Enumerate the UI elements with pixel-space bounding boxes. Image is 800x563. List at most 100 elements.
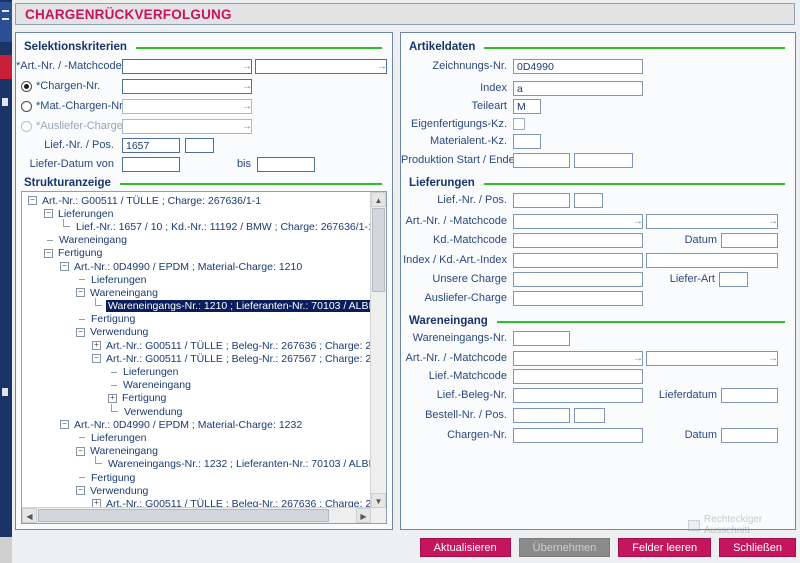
tree-node[interactable]: Wareneingang [24,234,370,247]
lf-lief-nr-input[interactable] [513,193,570,208]
lf-unsere-charge-input[interactable] [513,272,643,287]
matchcode-input[interactable] [255,59,387,74]
collapse-icon[interactable]: − [60,420,69,429]
tree-node[interactable]: Verwendung [24,405,370,418]
tree-node[interactable]: −Wareneingang [24,286,370,299]
scroll-left-icon[interactable]: ◀ [22,508,37,523]
mat-chargen-radio[interactable] [21,101,32,112]
chargen-nr-radio[interactable] [21,81,32,92]
artnr-input[interactable] [122,59,252,74]
we-nr-input[interactable] [513,331,570,346]
tree-node[interactable]: +Fertigung [24,392,370,405]
tree-node[interactable]: −Art.-Nr.: G00511 / TÜLLE ; Charge: 2676… [24,194,370,207]
lookup-arrow-icon[interactable]: → [242,60,252,73]
collapse-icon[interactable]: − [44,209,53,218]
tree-node[interactable]: −Art.-Nr.: G00511 / TÜLLE ; Beleg-Nr.: 2… [24,352,370,365]
lf-kd-matchcode-input[interactable] [513,233,643,248]
lookup-arrow-icon[interactable]: → [633,352,643,365]
we-bestell-pos-input[interactable] [574,408,605,423]
scroll-down-icon[interactable]: ▼ [371,493,386,508]
we-artnr-input[interactable] [513,351,643,366]
tree-node-label: Art.-Nr.: G00511 / TÜLLE ; Charge: 26763… [40,195,263,207]
expand-icon[interactable]: + [108,394,117,403]
tree-node[interactable]: Wareneingang [24,379,370,392]
lief-nr-input[interactable] [122,138,180,153]
lf-ausliefer-charge-input[interactable] [513,291,643,306]
lief-pos-input[interactable] [185,138,214,153]
we-lieferdatum-input[interactable] [721,388,778,403]
expand-icon[interactable]: + [92,341,101,350]
lf-datum-input[interactable] [721,233,778,248]
we-lieferdatum-label: Lieferdatum [651,388,717,403]
index-input[interactable] [513,81,643,96]
liefer-datum-bis-input[interactable] [257,157,315,172]
lf-lief-pos-input[interactable] [574,193,603,208]
tree-node[interactable]: Fertigung [24,471,370,484]
tree-node[interactable]: Lieferungen [24,365,370,378]
tree-node[interactable]: Lieferungen [24,431,370,444]
expand-icon[interactable]: + [92,499,101,507]
green-divider [497,321,785,323]
we-bestell-nr-input[interactable] [513,408,570,423]
collapse-icon[interactable]: − [44,249,53,258]
felder-leeren-button[interactable]: Felder leeren [618,538,711,557]
we-datum-input[interactable] [721,428,778,443]
teileart-input[interactable] [513,99,541,114]
tree-node[interactable]: −Lieferungen [24,207,370,220]
tree-node[interactable]: Lieferungen [24,273,370,286]
liefer-datum-von-input[interactable] [122,157,180,172]
lookup-arrow-icon[interactable]: → [242,80,252,93]
tree-node[interactable]: −Art.-Nr.: 0D4990 / EPDM ; Material-Char… [24,418,370,431]
scroll-right-icon[interactable]: ▶ [356,508,371,523]
tree-node[interactable]: +Art.-Nr.: G00511 / TÜLLE ; Beleg-Nr.: 2… [24,497,370,507]
collapse-icon[interactable]: − [76,486,85,495]
horizontal-scroll-thumb[interactable] [38,509,329,522]
tree-node[interactable]: Fertigung [24,313,370,326]
lf-artnr-input[interactable] [513,214,643,229]
produktion-ende-input[interactable] [574,153,633,168]
lookup-arrow-icon[interactable]: → [768,215,778,228]
vertical-scroll-thumb[interactable] [372,208,385,292]
lf-matchcode-input[interactable] [646,214,778,229]
tree-node[interactable]: −Verwendung [24,326,370,339]
collapse-icon[interactable]: − [60,262,69,271]
tree-node-label: Lieferungen [121,366,180,378]
lookup-arrow-icon[interactable]: → [633,215,643,228]
collapse-icon[interactable]: − [76,288,85,297]
tree-node[interactable]: +Art.-Nr.: G00511 / TÜLLE ; Beleg-Nr.: 2… [24,339,370,352]
tree-node[interactable]: −Fertigung [24,247,370,260]
lf-index-input[interactable] [513,253,643,268]
collapse-icon[interactable]: − [28,196,37,205]
tree-node[interactable]: −Verwendung [24,484,370,497]
we-lief-matchcode-input[interactable] [513,369,643,384]
schliessen-button[interactable]: Schließen [719,538,796,557]
collapse-icon[interactable]: − [92,354,101,363]
tree-node[interactable]: Lief.-Nr.: 1657 / 10 ; Kd.-Nr.: 11192 / … [24,220,370,233]
we-lief-beleg-input[interactable] [513,388,643,403]
collapse-icon[interactable]: − [76,447,85,456]
produktion-start-input[interactable] [513,153,570,168]
horizontal-scrollbar[interactable]: ◀ ▶ [22,507,371,523]
lookup-arrow-icon[interactable]: → [768,352,778,365]
tree-node[interactable]: Wareneingangs-Nr.: 1210 ; Lieferanten-Nr… [24,300,370,313]
we-matchcode-input[interactable] [646,351,778,366]
zeichnungs-nr-input[interactable] [513,59,643,74]
tree-node[interactable]: Wareneingangs-Nr.: 1232 ; Lieferanten-Nr… [24,458,370,471]
lookup-arrow-icon[interactable]: → [377,60,387,73]
chargen-nr-input[interactable] [122,79,252,94]
lf-liefer-art-input[interactable] [719,272,748,287]
materialent-kz-input[interactable] [513,134,541,149]
mat-chargen-input[interactable] [122,99,252,114]
collapse-icon[interactable]: − [76,328,85,337]
we-chargen-nr-input[interactable] [513,428,643,443]
scroll-up-icon[interactable]: ▲ [371,192,386,207]
tree-node[interactable]: −Art.-Nr.: 0D4990 / EPDM ; Material-Char… [24,260,370,273]
lf-ausliefer-charge-label: Ausliefer-Charge [401,291,507,306]
dash-connector-icon [79,279,85,280]
tree-node[interactable]: −Wareneingang [24,445,370,458]
dialog-title-bar: CHARGENRÜCKVERFOLGUNG [15,3,795,25]
vertical-scrollbar[interactable]: ▲ ▼ [370,192,386,508]
aktualisieren-button[interactable]: Aktualisieren [420,538,511,557]
eigenfertigungs-kz-checkbox[interactable] [513,118,525,130]
lf-kd-art-index-input[interactable] [646,253,778,268]
